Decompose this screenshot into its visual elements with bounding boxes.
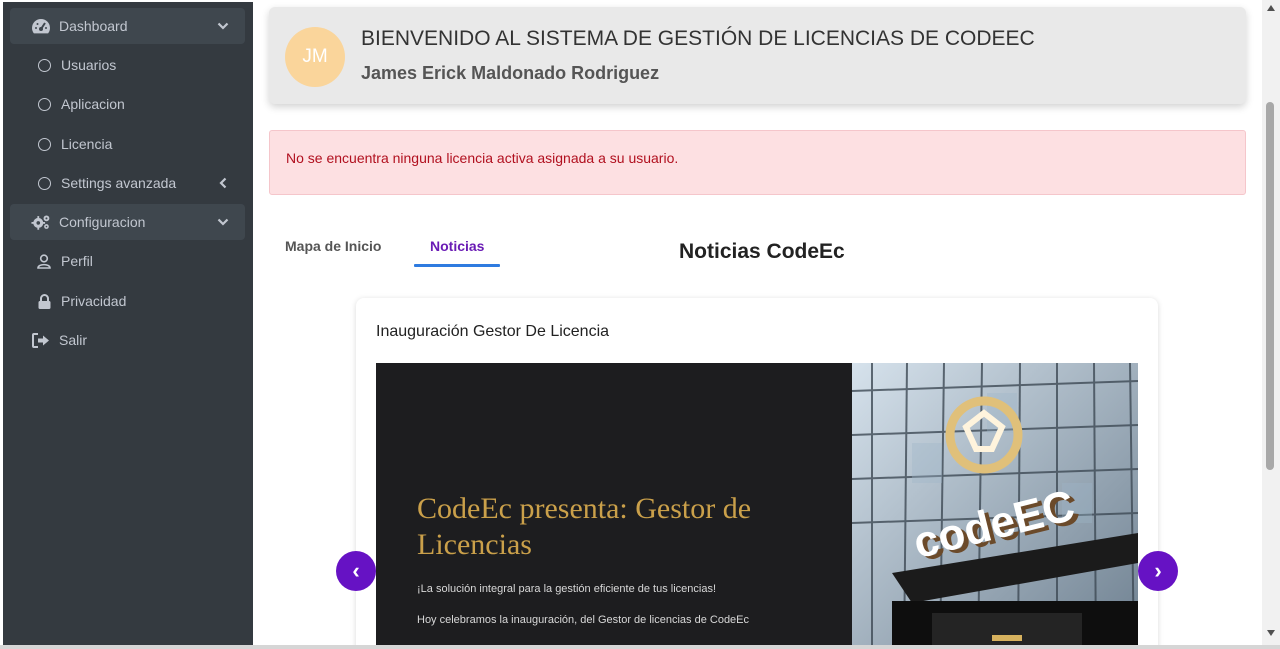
alert-message: No se encuentra ninguna licencia activa … [286,150,679,166]
sidebar-item-salir[interactable]: Salir [10,322,245,358]
carousel-next-button[interactable]: › [1138,551,1178,591]
welcome-header: JM BIENVENIDO AL SISTEMA DE GESTIÓN DE L… [269,7,1246,104]
sidebar-item-label: Settings avanzada [61,175,177,191]
circle-icon [34,55,54,75]
sidebar-item-label: Perfil [61,253,93,269]
sidebar-item-label: Aplicacion [61,96,125,112]
building-image: codeEC codeEC [851,363,1138,645]
sidebar: Dashboard Usuarios Aplicacion Licencia S… [3,2,253,645]
user-icon [34,251,54,271]
sidebar-item-label: Licencia [61,136,113,152]
sidebar-item-aplicacion[interactable]: Aplicacion [10,86,245,122]
carousel-prev-button[interactable]: ‹ [336,551,376,591]
carousel-slide: CodeEc presenta: Gestor de Licencias ¡La… [376,363,1138,645]
slide-heading: CodeEc presenta: Gestor de Licencias [417,492,752,561]
sidebar-item-label: Dashboard [59,18,128,34]
sidebar-item-label: Usuarios [61,57,117,73]
sidebar-item-settings-avanzada[interactable]: Settings avanzada [10,165,245,201]
news-card-title: Inauguración Gestor De Licencia [376,323,610,340]
cogs-icon [31,212,51,232]
welcome-title: BIENVENIDO AL SISTEMA DE GESTIÓN DE LICE… [361,27,1035,50]
circle-icon [34,173,54,193]
main-content: JM BIENVENIDO AL SISTEMA DE GESTIÓN DE L… [253,0,1262,645]
tab-noticias[interactable]: Noticias [430,238,484,254]
sidebar-item-perfil[interactable]: Perfil [10,243,245,279]
chevron-down-icon [215,214,231,230]
chevron-down-icon [215,18,231,34]
sidebar-item-privacidad[interactable]: Privacidad [10,283,245,319]
tachometer-icon [31,16,51,36]
avatar[interactable]: JM [285,27,345,87]
active-tab-indicator [414,264,500,267]
slide-text-line: Hoy celebramos la inauguración, del Gest… [417,614,750,626]
slide-text-line: ¡La solución integral para la gestión ef… [417,583,717,595]
news-card: Inauguración Gestor De Licencia CodeEc p… [356,298,1158,645]
sidebar-item-dashboard[interactable]: Dashboard [10,8,245,44]
sidebar-item-label: Privacidad [61,293,127,309]
license-alert: No se encuentra ninguna licencia activa … [269,130,1246,195]
news-section-title: Noticias CodeEc [679,240,845,263]
sidebar-item-label: Salir [59,332,88,348]
lock-icon [34,291,54,311]
user-name: James Erick Maldonado Rodriguez [361,63,660,83]
sidebar-item-licencia[interactable]: Licencia [10,126,245,162]
circle-icon [34,134,54,154]
tab-mapa-de-inicio[interactable]: Mapa de Inicio [285,238,381,254]
scroll-thumb[interactable] [1266,102,1274,470]
sidebar-item-label: Configuracion [59,214,146,230]
sidebar-item-configuracion[interactable]: Configuracion [10,204,245,240]
scroll-up-icon[interactable] [1265,3,1277,13]
sidebar-item-usuarios[interactable]: Usuarios [10,47,245,83]
page-scrollbar[interactable] [1262,0,1280,645]
circle-icon [34,94,54,114]
sign-out-icon [31,330,51,350]
window-bottom-edge [0,645,1280,649]
slide-text-panel: CodeEc presenta: Gestor de Licencias ¡La… [376,363,852,645]
scroll-down-icon[interactable] [1265,628,1277,638]
chevron-left-icon [215,175,231,191]
